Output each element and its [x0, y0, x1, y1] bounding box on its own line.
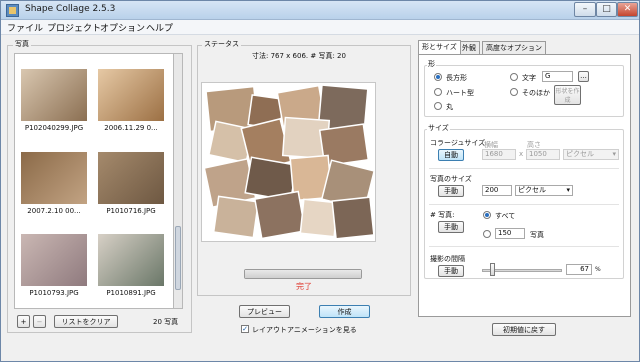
add-photo-button[interactable]: + [17, 315, 30, 328]
photo-count: 20 写真 [153, 318, 179, 326]
menu-project[interactable]: プロジェクト [47, 21, 101, 34]
photo-filename: 2006.11.29 0... [104, 124, 158, 132]
remove-photo-button[interactable]: − [33, 315, 46, 328]
app-icon [6, 4, 19, 17]
spacing-slider-thumb[interactable] [489, 263, 495, 276]
shape-text-input[interactable]: G [542, 71, 573, 82]
num-photos-label: # 写真: [430, 211, 455, 219]
photo-thumb[interactable] [98, 152, 164, 204]
photo-thumb[interactable] [98, 69, 164, 121]
photo-filename: 2007.2.10 00... [27, 207, 81, 215]
times-sign: x [519, 150, 524, 158]
collage-unit-select[interactable]: ピクセル [563, 149, 619, 160]
maximize-button[interactable]: □ [596, 2, 617, 17]
collage-width-field[interactable]: 1680 [482, 149, 516, 160]
status-done: 完了 [296, 282, 312, 291]
menu-options[interactable]: オプション [100, 21, 145, 34]
spacing-manual-button[interactable]: 手動 [438, 265, 464, 277]
title-bar: Shape Collage 2.5.3 – □ ✕ [1, 1, 639, 20]
shape-heart-radio[interactable] [434, 88, 442, 96]
photo-thumb[interactable] [21, 234, 87, 286]
num-photos-manual-button[interactable]: 手動 [438, 221, 464, 233]
photo-filename: P1010716.JPG [106, 207, 156, 215]
size-section-label: サイズ [427, 123, 450, 133]
collage-height-field[interactable]: 1050 [526, 149, 560, 160]
photo-thumb[interactable] [98, 234, 164, 286]
shape-text-radio[interactable] [510, 73, 518, 81]
photo-list-scrollbar[interactable] [174, 53, 183, 309]
create-shape-button[interactable]: 形状を作成 [554, 85, 581, 105]
status-group-label: ステータス [202, 39, 241, 49]
animation-checkbox[interactable]: ✓ [241, 325, 249, 333]
spacing-label: 撮影の間隔 [430, 255, 465, 263]
shape-section-label: 形 [427, 59, 436, 69]
divider [429, 204, 619, 205]
reset-defaults-button[interactable]: 初期値に戻す [492, 323, 556, 336]
photo-thumb[interactable] [21, 152, 87, 204]
shape-circle-label: 丸 [446, 103, 453, 111]
close-button[interactable]: ✕ [617, 2, 638, 17]
photo-list[interactable]: P102040299.JPG 2006.11.29 0... 2007.2.10… [14, 53, 174, 309]
photos-group-label: 写真 [13, 39, 31, 49]
window-title: Shape Collage 2.5.3 [25, 4, 116, 14]
photo-size-label: 写真のサイズ [430, 175, 472, 183]
tab-advanced[interactable]: 高度なオプション [482, 41, 546, 54]
spacing-field[interactable]: 67 [566, 264, 592, 275]
tab-appearance[interactable]: 外観 [458, 41, 480, 54]
photo-count-unit: 写真 [530, 231, 544, 239]
photo-thumb[interactable] [21, 69, 87, 121]
clear-list-button[interactable]: リストをクリア [54, 315, 118, 328]
photo-filename: P102040299.JPG [24, 124, 84, 132]
create-button[interactable]: 作成 [319, 305, 370, 318]
progress-fill [245, 270, 361, 278]
tab-shape-size[interactable]: 形とサイズ [418, 40, 461, 54]
divider [429, 168, 619, 169]
shape-text-label: 文字 [522, 74, 536, 82]
shape-circle-radio[interactable] [434, 102, 442, 110]
menu-help[interactable]: ヘルプ [146, 21, 173, 34]
photo-size-manual-button[interactable]: 手動 [438, 185, 464, 197]
shape-rect-label: 長方形 [446, 74, 467, 82]
shape-other-radio[interactable] [510, 88, 518, 96]
app-window: Shape Collage 2.5.3 – □ ✕ ファイル プロジェクト オプ… [0, 0, 640, 362]
all-photos-label: すべて [495, 212, 516, 220]
photo-filename: P1010891.JPG [106, 289, 156, 297]
collage-preview [201, 82, 376, 242]
menu-file[interactable]: ファイル [7, 21, 43, 34]
photo-count-field[interactable]: 150 [495, 228, 525, 239]
photo-filename: P1010793.JPG [29, 289, 79, 297]
progress-bar [244, 269, 362, 279]
photo-size-field[interactable]: 200 [482, 185, 512, 196]
scroll-thumb[interactable] [175, 226, 181, 290]
font-browse-button[interactable]: ... [578, 71, 589, 82]
divider [429, 246, 619, 247]
photo-unit-select[interactable]: ピクセル [515, 185, 573, 196]
menu-bar: ファイル プロジェクト オプション ヘルプ [1, 20, 639, 35]
shape-heart-label: ハート型 [446, 89, 474, 97]
animation-label: レイアウトアニメーションを見る [252, 326, 357, 334]
collage-image [203, 84, 376, 240]
shape-rect-radio[interactable] [434, 73, 442, 81]
collage-auto-button[interactable]: 自動 [438, 149, 464, 161]
dimension-info: 寸法: 767 x 606. # 写真: 20 [252, 52, 346, 60]
custom-count-radio[interactable] [483, 230, 491, 238]
preview-button[interactable]: プレビュー [239, 305, 290, 318]
shape-other-label: そのほか [522, 89, 550, 97]
spacing-unit: % [595, 266, 601, 273]
collage-size-label: コラージュサイズ [430, 139, 486, 147]
all-photos-radio[interactable] [483, 211, 491, 219]
minimize-button[interactable]: – [574, 2, 596, 17]
